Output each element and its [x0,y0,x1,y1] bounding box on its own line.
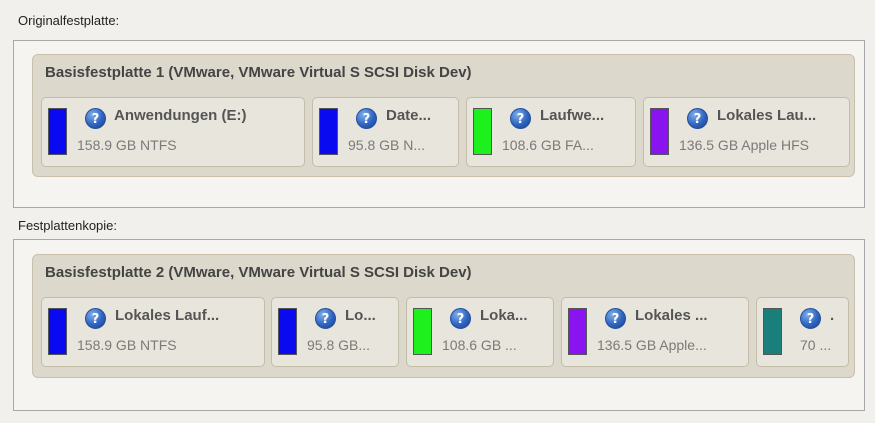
help-icon[interactable]: ? [85,108,106,129]
partition-name: Lo... [345,307,376,324]
partition-name: Date... [386,107,432,124]
partition-name: Lokales ... [635,307,708,324]
partition-color-swatch [413,308,432,355]
partition-color-swatch [278,308,297,355]
copy-partition-2[interactable]: ? Lo... 95.8 GB... [271,297,399,367]
partition-color-swatch [319,108,338,155]
partition-info: 158.9 GB NTFS [77,137,177,153]
copy-partition-1[interactable]: ? Lokales Lauf... 158.9 GB NTFS [41,297,265,367]
original-disk-label: Originalfestplatte: [18,13,120,28]
partition-name: Laufwe... [540,107,605,124]
partition-color-swatch [650,108,669,155]
partition-info: 136.5 GB Apple HFS [679,137,809,153]
partition-info: 136.5 GB Apple... [597,337,707,353]
partition-info: 108.6 GB FA... [502,137,594,153]
help-icon[interactable]: ? [315,308,336,329]
partition-name: Loka... [480,307,528,324]
copy-disk-panel[interactable]: Basisfestplatte 2 (VMware, VMware Virtua… [32,254,855,378]
partition-color-swatch [763,308,782,355]
original-disk-panel[interactable]: Basisfestplatte 1 (VMware, VMware Virtua… [32,54,855,177]
partition-name: . [830,307,835,324]
partition-info: 95.8 GB N... [348,137,426,153]
help-icon[interactable]: ? [356,108,377,129]
help-icon[interactable]: ? [450,308,471,329]
help-icon[interactable]: ? [510,108,531,129]
copy-partition-5[interactable]: ? . 70 ... [756,297,849,367]
partition-info: 95.8 GB... [307,337,371,353]
partition-name: Anwendungen (E:) [114,107,247,124]
copy-disk-group: Basisfestplatte 2 (VMware, VMware Virtua… [13,239,865,411]
partition-info: 108.6 GB ... [442,337,517,353]
original-partition-4[interactable]: ? Lokales Lau... 136.5 GB Apple HFS [643,97,850,167]
partition-info: 158.9 GB NTFS [77,337,177,353]
partition-color-swatch [568,308,587,355]
copy-partition-4[interactable]: ? Lokales ... 136.5 GB Apple... [561,297,749,367]
disk-copy-view: Originalfestplatte: Basisfestplatte 1 (V… [0,0,875,423]
original-disk-group: Basisfestplatte 1 (VMware, VMware Virtua… [13,40,865,208]
original-partition-3[interactable]: ? Laufwe... 108.6 GB FA... [466,97,636,167]
copy-disk-label: Festplattenkopie: [18,218,118,233]
help-icon[interactable]: ? [687,108,708,129]
help-icon[interactable]: ? [800,308,821,329]
copy-partition-3[interactable]: ? Loka... 108.6 GB ... [406,297,554,367]
original-partition-2[interactable]: ? Date... 95.8 GB N... [312,97,459,167]
partition-color-swatch [48,108,67,155]
copy-disk-title: Basisfestplatte 2 (VMware, VMware Virtua… [45,264,472,281]
partition-color-swatch [473,108,492,155]
original-disk-title: Basisfestplatte 1 (VMware, VMware Virtua… [45,64,472,81]
partition-info: 70 ... [800,337,832,353]
partition-color-swatch [48,308,67,355]
help-icon[interactable]: ? [85,308,106,329]
partition-name: Lokales Lauf... [115,307,220,324]
partition-name: Lokales Lau... [717,107,817,124]
original-partition-1[interactable]: ? Anwendungen (E:) 158.9 GB NTFS [41,97,305,167]
help-icon[interactable]: ? [605,308,626,329]
